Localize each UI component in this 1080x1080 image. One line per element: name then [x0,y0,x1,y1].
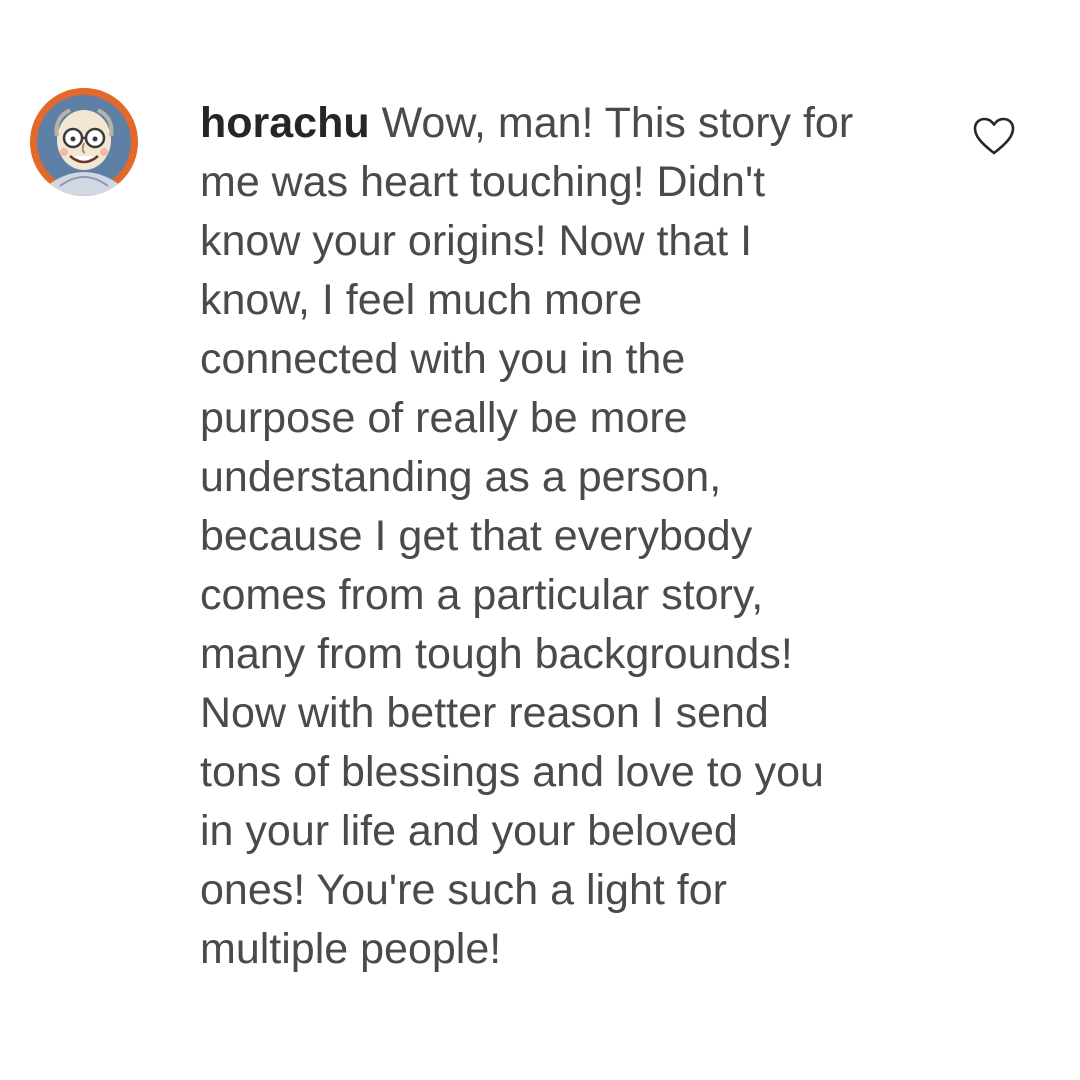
avatar-illustration-icon [30,88,138,196]
comment-line: comes from a particular story, [200,571,764,619]
comment-line: purpose of really be more [200,394,688,442]
username-link[interactable]: horachu [200,99,370,147]
comment-line: connected with you in the [200,335,686,383]
comment-line: know, I feel much more [200,276,643,324]
comment-line: Now with better reason I send [200,689,769,737]
comment-first-line: horachu Wow, man! This story for [200,94,930,153]
avatar[interactable] [30,88,138,196]
comment-line: because I get that everybody [200,512,753,560]
like-button[interactable] [972,116,1016,158]
comment-line: know your origins! Now that I [200,217,753,265]
comment-line: me was heart touching! Didn't [200,158,766,206]
comment-line: understanding as a person, [200,453,722,501]
comment-text: horachu Wow, man! This story for me was … [200,94,930,979]
comment-line: multiple people! [200,925,502,973]
comment: horachu Wow, man! This story for me was … [0,0,1080,1080]
comment-line: Wow, man! This story for [381,99,854,147]
comment-line: ones! You're such a light for [200,866,727,914]
comment-line: many from tough backgrounds! [200,630,793,678]
heart-outline-icon [973,117,1015,155]
comment-line: in your life and your beloved [200,807,738,855]
comment-line: tons of blessings and love to you [200,748,824,796]
